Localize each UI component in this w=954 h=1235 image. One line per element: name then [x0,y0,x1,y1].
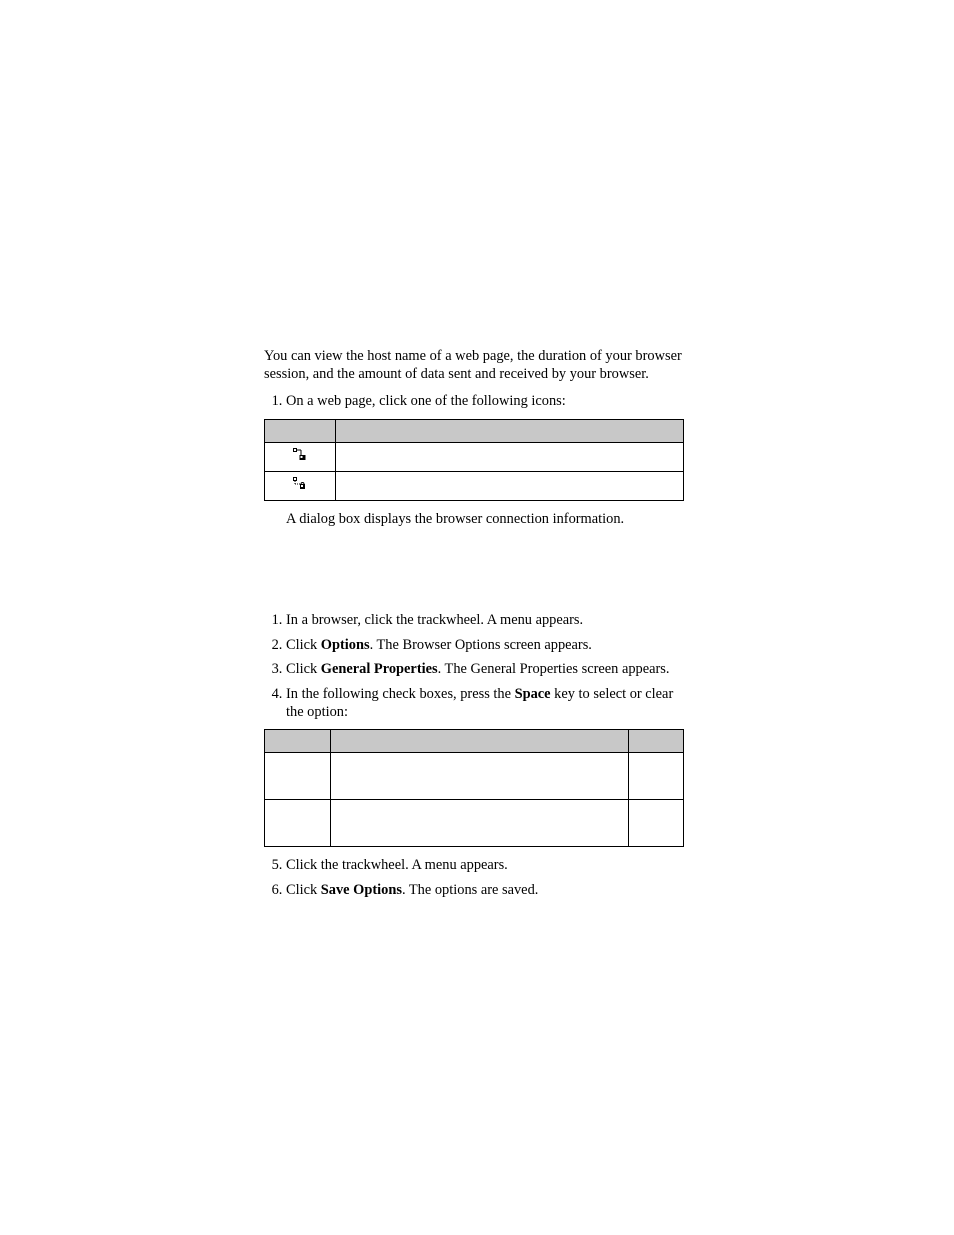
step-text: . The options are saved. [402,882,538,898]
step-text: Click [286,637,321,653]
section1-steps: On a web page, click one of the followin… [264,393,684,411]
step-text: Click [286,661,321,677]
intro-paragraph: You can view the host name of a web page… [264,348,684,383]
connection-secure-icon [292,476,308,490]
table-row [265,800,684,847]
step-item: Click General Properties. The General Pr… [286,661,684,679]
desc-cell [331,753,629,800]
table-header [265,730,331,753]
step-item: Click Save Options. The options are save… [286,882,684,900]
step-bold: Options [321,637,370,653]
step-item: On a web page, click one of the followin… [286,393,684,411]
table-header [336,419,684,442]
option-cell [265,800,331,847]
table-header [331,730,629,753]
options-table [264,729,684,847]
step-text: In the following check boxes, press the [286,686,515,702]
step-bold: Space [515,686,551,702]
step-item: Click Options. The Browser Options scree… [286,637,684,655]
step-item: In the following check boxes, press the … [286,686,684,721]
default-cell [629,753,684,800]
desc-cell [336,442,684,471]
table-row [265,471,684,500]
default-cell [629,800,684,847]
icon-cell [265,471,336,500]
desc-cell [336,471,684,500]
section2-steps-cont: Click the trackwheel. A menu appears. Cl… [264,857,684,899]
step-item: In a browser, click the trackwheel. A me… [286,612,684,630]
table-header [265,419,336,442]
step-text: . The General Properties screen appears. [438,661,670,677]
table-row [265,753,684,800]
icon-cell [265,442,336,471]
step-text: Click [286,882,321,898]
step-bold: Save Options [321,882,402,898]
step-bold: General Properties [321,661,438,677]
desc-cell [331,800,629,847]
icons-table [264,419,684,501]
step-text: . The Browser Options screen appears. [370,637,592,653]
table-row [265,442,684,471]
section2-steps: In a browser, click the trackwheel. A me… [264,612,684,721]
option-cell [265,753,331,800]
connection-icon [292,447,308,461]
table-header [629,730,684,753]
dialog-note: A dialog box displays the browser connec… [286,511,684,529]
step-item: Click the trackwheel. A menu appears. [286,857,684,875]
